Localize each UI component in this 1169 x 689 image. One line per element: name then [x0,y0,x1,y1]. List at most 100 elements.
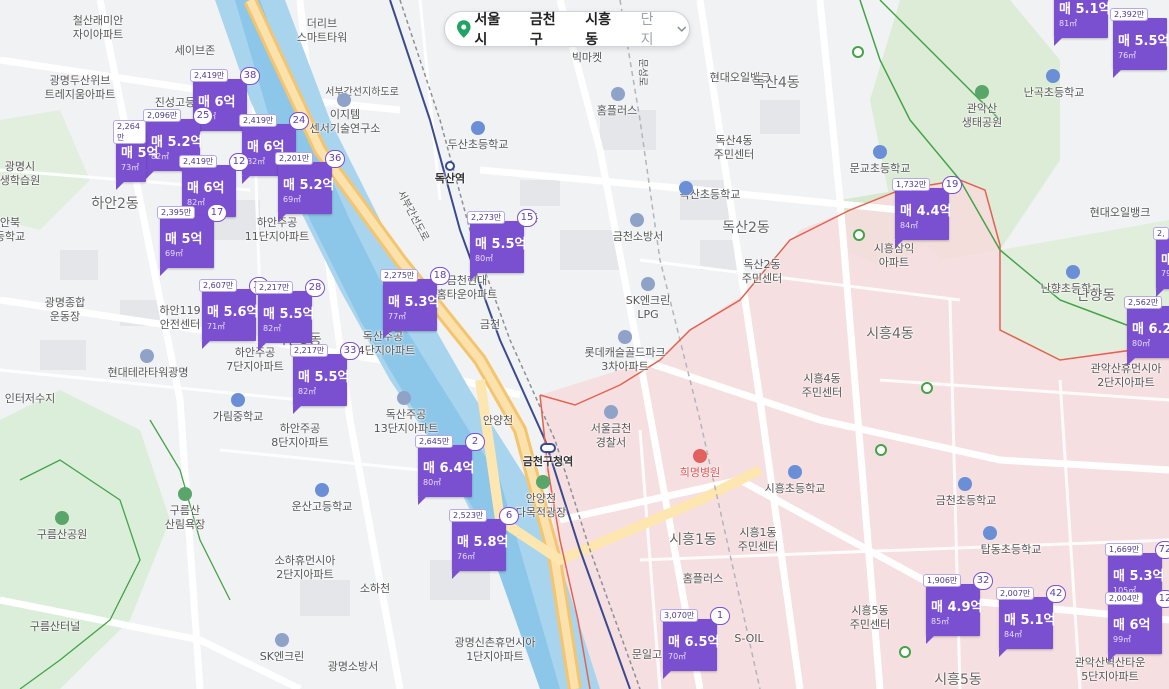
price-marker[interactable]: 3,070만 1 매 6.5억 70㎡ [660,607,730,679]
price-marker[interactable]: 1,906만 32 매 4.9억 85㎡ [923,572,993,644]
price-marker[interactable]: 2,275만 18 매 5.3억 77㎡ [380,267,450,339]
price-marker[interactable]: 2,523만 6 매 5.8억 76㎡ [449,507,519,579]
price-text: 매 5.3억 [1113,569,1165,584]
listing-count-badge: 17 [207,204,227,222]
area-label: 난향동 [1076,288,1116,304]
price-per-area-tag: 2,419만 [179,155,218,168]
price-text: 매 6억 [187,181,225,196]
price-marker[interactable]: 2,562만매 6.2억 80㎡ [1124,296,1169,366]
price-marker[interactable]: 2,217만 28 매 5.5억 82㎡ [255,279,325,351]
listing-count-badge: 33 [340,342,360,360]
police-icon [604,405,618,419]
place-label: 하안119 안전센터 [159,304,201,331]
school-icon [983,526,997,540]
complex-selector[interactable]: 단지 [641,9,674,49]
chevron-down-icon[interactable] [675,22,689,36]
area-size-text: 84㎡ [1004,630,1023,639]
park-icon [975,85,989,99]
place-label: SK엔크린 [259,650,305,663]
hospital-icon [693,449,707,463]
station-label: 금천구청역 [522,455,574,468]
price-marker[interactable]: 2,007만 42 매 5.1억 84㎡ [996,585,1066,657]
area-size-text: 79 [1161,269,1169,278]
place-label: SK엔크린 LPG [625,294,671,321]
price-text: 매 5억 [121,146,159,161]
breadcrumb-district[interactable]: 금천구 [530,9,575,49]
price-marker[interactable]: 2,645만 2 매 6.4억 80㎡ [415,433,485,505]
school-icon [958,477,972,491]
school-icon [1066,265,1080,279]
price-marker[interactable]: 매 5.1억 81㎡ [1054,0,1110,46]
place-label: 안양천 다목적광장 [515,492,567,519]
area-size-text: 81㎡ [1059,19,1078,28]
trail-marker-icon [921,382,933,394]
park-icon [55,511,69,525]
price-marker[interactable]: 1,732만 19 매 4.4억 84㎡ [892,176,962,248]
school-icon [679,181,693,195]
price-text: 매 4.4억 [900,204,952,219]
breadcrumb-city[interactable]: 서울시 [475,9,520,49]
place-label: 구름산 산림욕장 [164,504,206,531]
place-label: 독산2동 주민센터 [741,258,783,285]
price-text: 매 4.9억 [931,600,983,615]
price-marker[interactable]: 2,607만18매 5.6억71㎡ [199,277,269,349]
price-marker[interactable]: 2,395만 17 매 5억 69㎡ [157,204,227,276]
price-per-area-tag: 1,906만 [923,574,962,587]
place-label: 탑동초등학교 [980,543,1042,556]
school-icon [315,483,329,497]
place-label: 광명두산위브 트레지움아파트 [44,74,116,101]
gas-station-icon [275,633,289,647]
school-icon [231,393,245,407]
price-marker[interactable]: 2,004만 12 매 6억 99㎡ [1105,590,1169,662]
breadcrumb-dong[interactable]: 시흥동 [585,9,630,49]
region-breadcrumb[interactable]: 서울시 금천구 시흥동 단지 [444,9,690,49]
station-marker[interactable] [540,443,556,453]
map-canvas[interactable]: 철산래미안 자이아파트 세이브존 광명두산위브 트레지움아파트 진성고등 광명시 생학… [0,0,1169,689]
area-size-text: 84㎡ [900,221,919,230]
area-size-text: 70㎡ [668,652,687,661]
listing-count-badge: 15 [517,209,537,227]
place-label: 하안주공 7단지아파트 [226,346,284,373]
school-icon [788,465,802,479]
road-label: 문성로 [636,58,648,87]
place-label: 두산초등학교 [447,138,509,151]
area-label: 시흥5동 [934,672,982,688]
place-label: 난곡초등학교 [1023,86,1085,99]
price-per-area-tag: 2,273만 [467,211,506,224]
price-per-area-tag: 2,004만 [1105,592,1144,605]
place-label: 롯데캐슬골드파크 3차아파트 [584,346,666,373]
price-per-area-tag: 2,419만 [190,69,229,82]
place-label: 소하휴먼시아 2단지아파트 [274,554,336,581]
price-marker[interactable]: 2,392만 매 5.5억 76㎡ [1110,8,1169,78]
price-marker[interactable]: 2,273만 15 매 5.5억 80㎡ [467,209,537,281]
station-marker[interactable] [445,161,455,171]
price-marker[interactable]: 2,264만 매 5억 73㎡ [113,120,159,190]
price-marker[interactable]: 2,201만 36 매 5.2억 69㎡ [275,150,345,222]
place-label: 소하천 [359,582,391,595]
place-label: 시흥4동 주민센터 [801,372,843,399]
place-label: 하안주공 11단지아파트 [244,216,310,243]
school-icon [873,145,887,159]
price-per-area-tag: 2,217만 [290,344,329,357]
place-label: 광명종합 운동장 [44,296,86,323]
place-label: 구름산터널 [29,620,81,633]
price-text: 매 5억 [165,232,203,247]
area-size-text: 99㎡ [1113,635,1132,644]
price-per-area-tag: 2,395만 [157,206,196,219]
price-text: 매 5.5억 [298,370,350,385]
price-text: 매 6.5억 [668,635,720,650]
area-size-text: 80㎡ [1132,339,1151,348]
place-label: 관악산 생태공원 [961,102,1003,129]
price-marker[interactable]: 2, 매 79 [1153,227,1169,297]
place-label: 금천 [479,318,501,331]
price-marker[interactable]: 2,217만 33 매 5.5억 82㎡ [290,342,360,414]
trail-marker-icon [853,229,865,241]
listing-count-badge: 25 [193,107,213,125]
place-label: 안북등학교 [0,216,26,243]
price-text: 매 [1161,253,1169,268]
price-per-area-tag: 2,217만 [255,281,294,294]
hospital-label: 희명병원 [679,466,721,479]
place-label: 이지템 센서기술연구소 [309,108,381,135]
price-text: 매 5.1억 [1004,613,1056,628]
map-pin-icon [457,20,471,38]
